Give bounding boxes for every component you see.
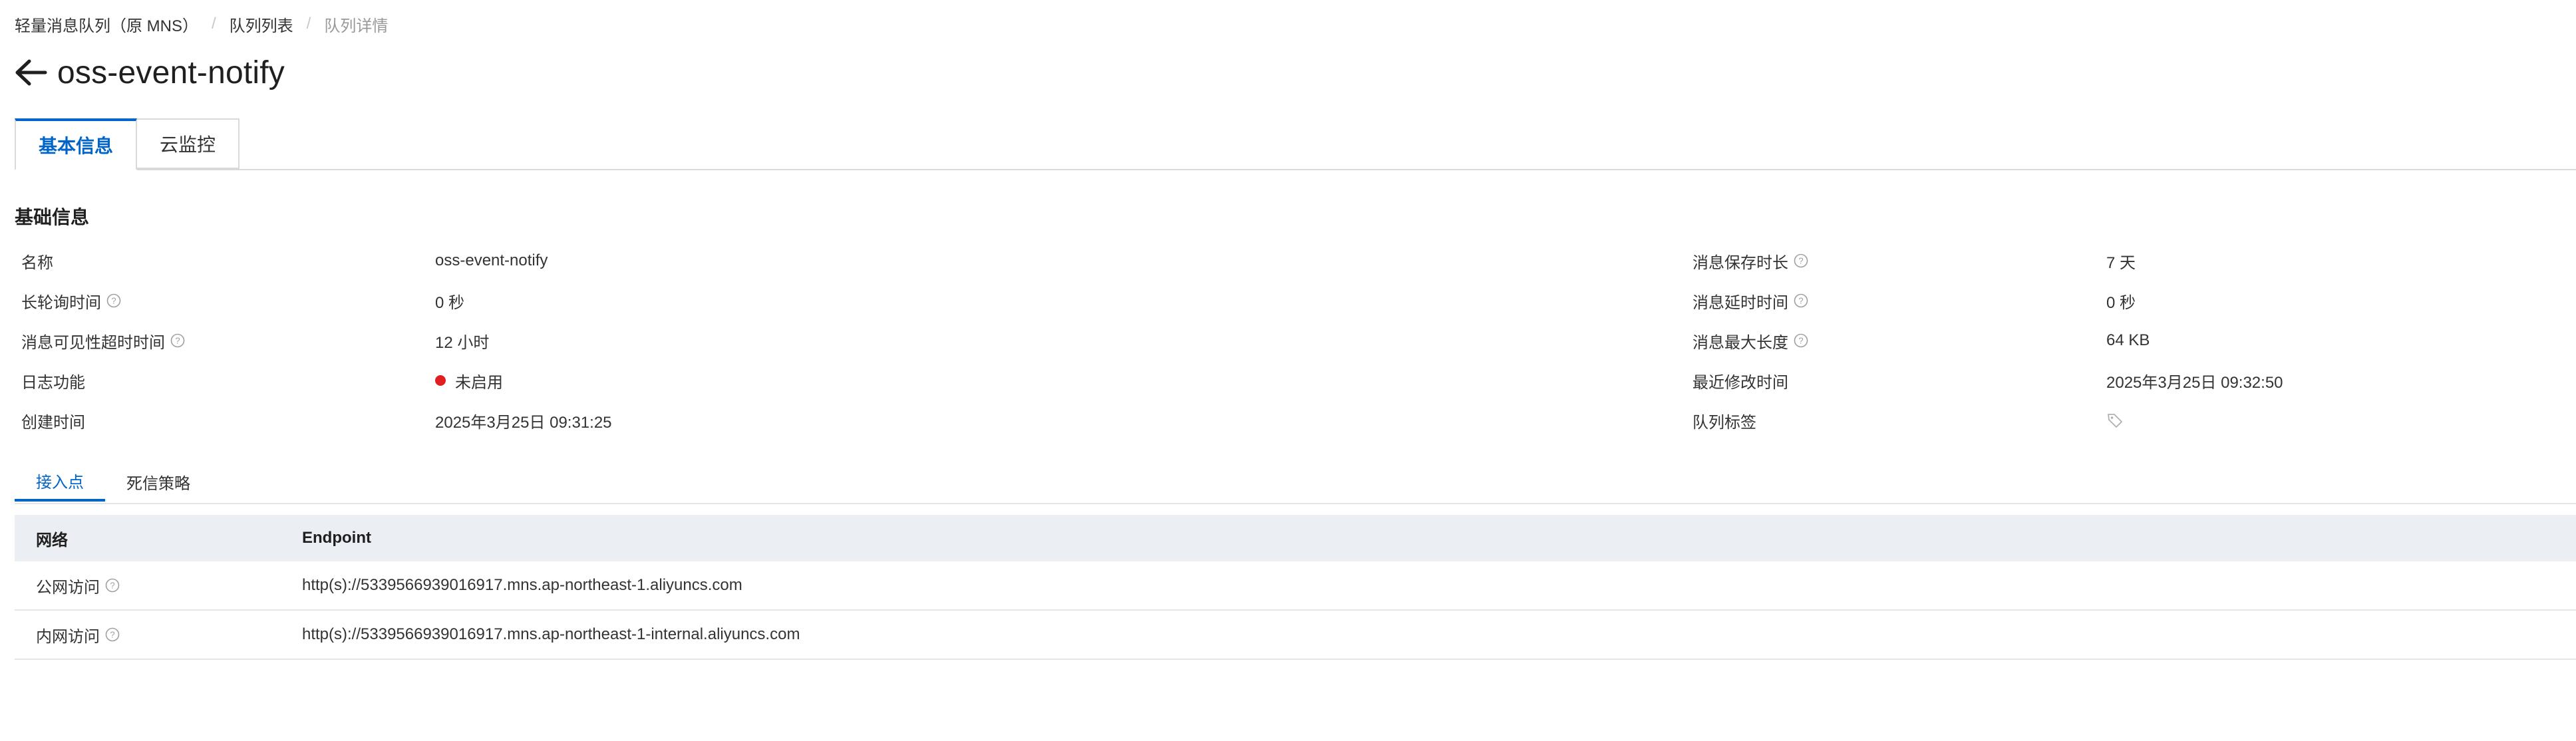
info-value-queue-tags <box>2106 412 2124 429</box>
breadcrumb-item-queue-detail: 队列详情 <box>324 17 389 35</box>
info-value-logging: 未启用 <box>435 369 503 392</box>
endpoint-cell: http(s)://5339566939016917.mns.ap-northe… <box>302 625 800 643</box>
breadcrumb: 轻量消息队列（原 MNS） / 队列列表 / 队列详情 <box>15 13 388 35</box>
info-label: 日志功能 <box>21 369 85 392</box>
tab-dead-letter-policy[interactable]: 死信策略 <box>105 462 212 502</box>
page-header: oss-event-notify <box>15 49 285 96</box>
breadcrumb-item-queue-list[interactable]: 队列列表 <box>230 13 293 36</box>
info-value-retention: 7 天 <box>2106 253 2136 272</box>
table-row: 公网访问 ? http(s)://5339566939016917.mns.ap… <box>15 561 2576 611</box>
breadcrumb-separator: / <box>212 15 216 33</box>
info-value-delay: 0 秒 <box>2106 293 2136 312</box>
network-cell: 公网访问 ? <box>36 561 120 609</box>
info-label: 消息延时时间 ? <box>1692 289 1808 313</box>
tab-endpoints[interactable]: 接入点 <box>15 462 105 502</box>
info-value-name: oss-event-notify <box>435 251 548 269</box>
sub-tabs: 接入点 死信策略 <box>15 462 212 503</box>
sub-tabs-divider <box>15 503 2576 504</box>
info-label: 消息保存时长 ? <box>1692 249 1808 273</box>
info-label: 消息可见性超时时间 ? <box>21 329 185 353</box>
info-value-last-modified: 2025年3月25日 09:32:50 <box>2106 373 2283 392</box>
info-label: 长轮询时间 ? <box>21 289 121 313</box>
status-dot-icon <box>435 375 446 386</box>
info-label: 名称 <box>21 249 53 273</box>
help-icon[interactable]: ? <box>106 293 121 308</box>
breadcrumb-separator: / <box>306 15 311 33</box>
help-icon[interactable]: ? <box>1794 293 1808 308</box>
network-label: 公网访问 <box>36 578 100 597</box>
page-title: oss-event-notify <box>57 55 285 90</box>
endpoint-table: 网络 Endpoint 公网访问 ? http(s)://53395669390… <box>15 515 2576 660</box>
info-value-max-length: 64 KB <box>2106 331 2150 349</box>
label-queue-tags: 队列标签 <box>1692 413 1756 432</box>
info-row: 长轮询时间 ? 0 秒 消息延时时间 ? 0 秒 <box>0 287 2576 314</box>
svg-text:?: ? <box>1798 256 1803 266</box>
help-icon[interactable]: ? <box>170 333 185 348</box>
info-value-long-polling: 0 秒 <box>435 293 465 312</box>
info-label: 创建时间 <box>21 409 85 432</box>
breadcrumb-item-mns[interactable]: 轻量消息队列（原 MNS） <box>15 13 198 36</box>
main-tabs: 基本信息 云监控 <box>15 118 240 170</box>
svg-text:?: ? <box>110 581 114 591</box>
tag-icon[interactable] <box>2106 412 2124 429</box>
info-row: 消息可见性超时时间 ? 12 小时 消息最大长度 ? 64 KB <box>0 327 2576 354</box>
svg-text:?: ? <box>110 630 114 640</box>
info-value-created: 2025年3月25日 09:31:25 <box>435 413 612 432</box>
info-row: 日志功能 未启用 最近修改时间 2025年3月25日 09:32:50 <box>0 367 2576 394</box>
logging-status-text: 未启用 <box>455 373 503 392</box>
info-row: 名称 oss-event-notify 消息保存时长 ? 7 天 <box>0 247 2576 274</box>
section-title: 基础信息 <box>15 207 90 227</box>
label-visibility-timeout: 消息可见性超时时间 <box>21 333 165 352</box>
back-arrow-icon[interactable] <box>15 59 48 86</box>
label-logging: 日志功能 <box>21 373 85 392</box>
info-value-visibility-timeout: 12 小时 <box>435 333 490 352</box>
label-max-length: 消息最大长度 <box>1692 333 1788 352</box>
network-cell: 内网访问 ? <box>36 611 120 659</box>
endpoint-cell: http(s)://5339566939016917.mns.ap-northe… <box>302 576 742 594</box>
label-long-polling: 长轮询时间 <box>21 293 101 312</box>
help-icon[interactable]: ? <box>1794 333 1808 348</box>
network-label: 内网访问 <box>36 627 100 646</box>
info-label: 队列标签 <box>1692 409 1756 432</box>
table-header: 网络 Endpoint <box>15 515 2576 561</box>
column-header-network: 网络 <box>36 531 68 549</box>
label-created: 创建时间 <box>21 413 85 432</box>
column-header-endpoint: Endpoint <box>302 529 371 547</box>
help-icon[interactable]: ? <box>105 627 120 642</box>
help-icon[interactable]: ? <box>105 578 120 593</box>
svg-text:?: ? <box>1798 296 1803 306</box>
info-label: 最近修改时间 <box>1692 369 1788 392</box>
label-name: 名称 <box>21 253 53 272</box>
help-icon[interactable]: ? <box>1794 253 1808 268</box>
tab-cloud-monitor[interactable]: 云监控 <box>137 118 240 169</box>
svg-text:?: ? <box>111 296 116 306</box>
label-retention: 消息保存时长 <box>1692 253 1788 272</box>
info-label: 消息最大长度 ? <box>1692 329 1808 353</box>
svg-text:?: ? <box>175 336 180 346</box>
table-row: 内网访问 ? http(s)://5339566939016917.mns.ap… <box>15 611 2576 660</box>
svg-text:?: ? <box>1798 336 1803 346</box>
label-last-modified: 最近修改时间 <box>1692 373 1788 392</box>
main-tabs-divider <box>15 169 2576 170</box>
label-delay: 消息延时时间 <box>1692 293 1788 312</box>
tab-basic-info[interactable]: 基本信息 <box>15 118 138 170</box>
info-row: 创建时间 2025年3月25日 09:31:25 队列标签 <box>0 407 2576 434</box>
